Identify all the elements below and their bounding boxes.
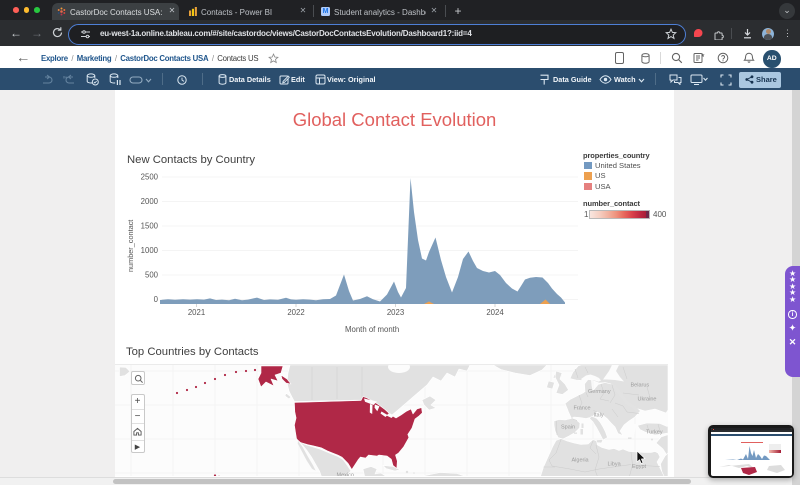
svg-text:France: France [574,405,591,411]
svg-text:2000: 2000 [141,197,159,206]
svg-text:Mexico: Mexico [337,472,354,476]
svg-text:2500: 2500 [141,173,159,182]
svg-text:1500: 1500 [141,222,159,231]
svg-text:2023: 2023 [387,308,404,317]
svg-text:0: 0 [154,295,159,304]
svg-text:Italy: Italy [594,412,604,418]
svg-text:Turkey: Turkey [646,429,663,435]
svg-text:1000: 1000 [141,246,159,255]
svg-text:2021: 2021 [188,308,205,317]
svg-text:Belarus: Belarus [631,382,650,388]
svg-text:2022: 2022 [287,308,304,317]
svg-text:Algeria: Algeria [572,457,590,463]
svg-text:Germany: Germany [588,389,611,395]
svg-text:Ukraine: Ukraine [638,396,657,402]
svg-text:Libya: Libya [608,461,622,467]
svg-text:Spain: Spain [561,424,575,430]
svg-text:2024: 2024 [486,308,504,317]
svg-text:500: 500 [145,271,159,280]
